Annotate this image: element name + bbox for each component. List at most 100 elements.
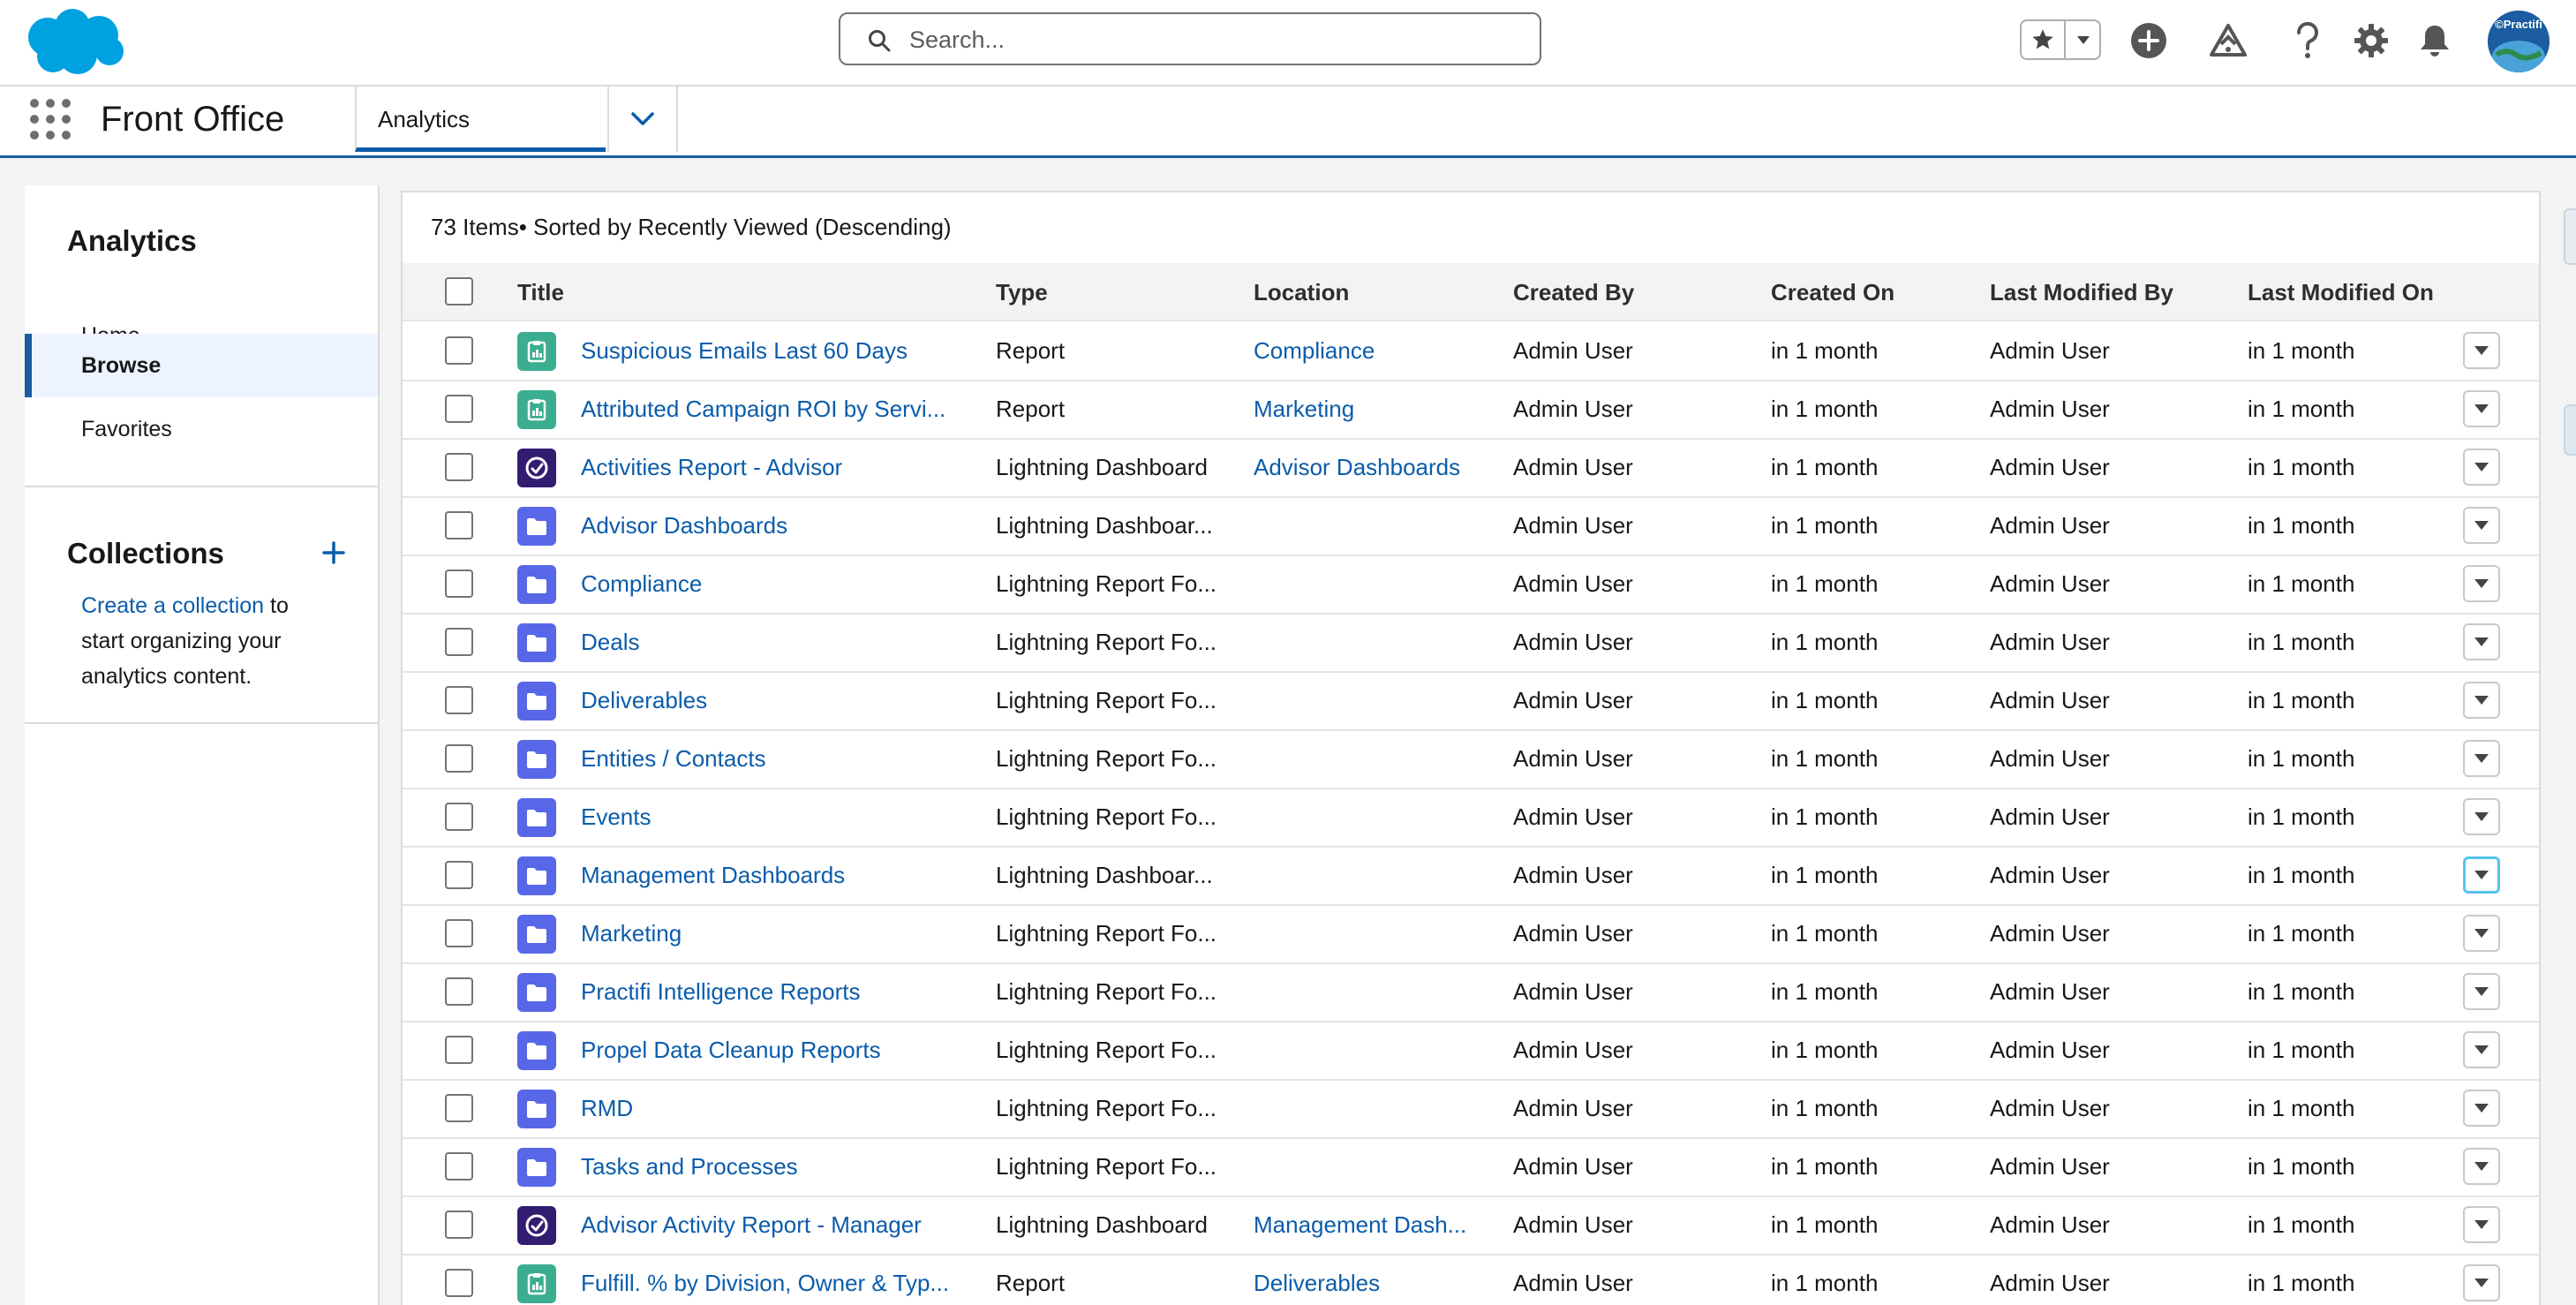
- row-last-modified-by: Admin User: [1990, 862, 2110, 888]
- row-checkbox[interactable]: [445, 1094, 473, 1122]
- row-checkbox[interactable]: [445, 628, 473, 656]
- row-actions-button[interactable]: [2463, 507, 2500, 544]
- row-actions-button[interactable]: [2463, 1264, 2500, 1301]
- row-actions-button[interactable]: [2463, 856, 2500, 894]
- row-checkbox[interactable]: [445, 977, 473, 1006]
- column-header-created-by[interactable]: Created By: [1513, 279, 1634, 306]
- row-title-link[interactable]: Suspicious Emails Last 60 Days: [581, 337, 966, 365]
- row-created-by: Admin User: [1513, 629, 1633, 655]
- row-location-link[interactable]: Compliance: [1254, 337, 1485, 365]
- table-row: Activities Report - Advisor Lightning Das…: [403, 438, 2539, 498]
- column-header-last-modified-by[interactable]: Last Modified By: [1990, 279, 2173, 306]
- column-header-type[interactable]: Type: [996, 279, 1048, 306]
- row-actions-button[interactable]: [2463, 565, 2500, 602]
- row-last-modified-by: Admin User: [1990, 454, 2110, 480]
- favorites-list-button[interactable]: [2064, 21, 2101, 58]
- row-actions-button[interactable]: [2463, 915, 2500, 952]
- side-panel-toggle[interactable]: [2564, 404, 2576, 456]
- row-type: Lightning Dashboard: [996, 1211, 1208, 1238]
- row-title-link[interactable]: Compliance: [581, 570, 966, 598]
- caret-down-icon: [2474, 929, 2489, 938]
- row-checkbox[interactable]: [445, 919, 473, 947]
- row-checkbox[interactable]: [445, 395, 473, 423]
- row-title-link[interactable]: Marketing: [581, 920, 966, 947]
- global-actions-button[interactable]: [2126, 18, 2172, 64]
- row-actions-button[interactable]: [2463, 1031, 2500, 1068]
- row-actions-button[interactable]: [2463, 623, 2500, 660]
- row-checkbox[interactable]: [445, 1269, 473, 1297]
- row-checkbox[interactable]: [445, 803, 473, 831]
- row-checkbox[interactable]: [445, 336, 473, 365]
- sidebar-item-favorites[interactable]: Favorites: [25, 397, 378, 461]
- sidebar-item-browse[interactable]: Browse: [25, 334, 378, 397]
- row-title-link[interactable]: Advisor Dashboards: [581, 512, 966, 539]
- row-checkbox[interactable]: [445, 511, 473, 539]
- row-title-link[interactable]: Management Dashboards: [581, 862, 966, 889]
- row-actions-button[interactable]: [2463, 332, 2500, 369]
- row-actions-button[interactable]: [2463, 1090, 2500, 1127]
- row-title-link[interactable]: Events: [581, 803, 966, 831]
- table-row: Practifi Intelligence Reports Lightning R…: [403, 962, 2539, 1022]
- row-actions-button[interactable]: [2463, 1148, 2500, 1185]
- row-title-link[interactable]: Advisor Activity Report - Manager: [581, 1211, 966, 1239]
- column-header-created-on[interactable]: Created On: [1771, 279, 1894, 306]
- row-title-link[interactable]: Deliverables: [581, 687, 966, 714]
- help-button[interactable]: [2285, 18, 2331, 64]
- row-checkbox[interactable]: [445, 570, 473, 598]
- tab-menu-button[interactable]: [607, 87, 678, 152]
- row-title-link[interactable]: Activities Report - Advisor: [581, 454, 966, 481]
- row-actions-button[interactable]: [2463, 1206, 2500, 1243]
- row-title-link[interactable]: RMD: [581, 1095, 966, 1122]
- app-launcher-icon[interactable]: [30, 99, 71, 140]
- row-actions-button[interactable]: [2463, 449, 2500, 486]
- row-location-link[interactable]: Management Dash...: [1254, 1211, 1485, 1239]
- notifications-button[interactable]: [2412, 18, 2458, 64]
- row-location-link[interactable]: Marketing: [1254, 396, 1485, 423]
- row-checkbox[interactable]: [445, 453, 473, 481]
- row-title-link[interactable]: Practifi Intelligence Reports: [581, 978, 966, 1006]
- row-checkbox[interactable]: [445, 861, 473, 889]
- column-header-last-modified-on[interactable]: Last Modified On: [2248, 279, 2434, 306]
- row-title-link[interactable]: Fulfill. % by Division, Owner & Typ...: [581, 1270, 966, 1297]
- row-title-link[interactable]: Deals: [581, 629, 966, 656]
- column-header-location[interactable]: Location: [1254, 279, 1349, 306]
- row-created-by: Admin User: [1513, 803, 1633, 830]
- row-actions-button[interactable]: [2463, 798, 2500, 835]
- row-last-modified-by: Admin User: [1990, 1153, 2110, 1180]
- row-title-link[interactable]: Tasks and Processes: [581, 1153, 966, 1181]
- row-checkbox[interactable]: [445, 1036, 473, 1064]
- create-collection-link[interactable]: Create a collection: [81, 593, 264, 618]
- favorites-star-button[interactable]: [2022, 21, 2064, 58]
- row-location-link[interactable]: Deliverables: [1254, 1270, 1485, 1297]
- utility-panel-handle[interactable]: [2564, 208, 2576, 265]
- row-checkbox[interactable]: [445, 744, 473, 773]
- row-checkbox[interactable]: [445, 1152, 473, 1181]
- setup-button[interactable]: [2348, 18, 2394, 64]
- tab-analytics[interactable]: Analytics: [355, 87, 606, 152]
- sidebar-item-label: Favorites: [81, 417, 172, 441]
- select-all-checkbox[interactable]: [445, 277, 473, 306]
- folder-icon: [517, 623, 556, 662]
- user-avatar[interactable]: ©Practifi: [2488, 11, 2550, 72]
- global-search[interactable]: [839, 12, 1541, 65]
- row-last-modified-by: Admin User: [1990, 1037, 2110, 1063]
- row-title-link[interactable]: Attributed Campaign ROI by Servi...: [581, 396, 966, 423]
- row-location-link[interactable]: Advisor Dashboards: [1254, 454, 1485, 481]
- row-actions-button[interactable]: [2463, 390, 2500, 427]
- row-title-link[interactable]: Entities / Contacts: [581, 745, 966, 773]
- search-input[interactable]: [908, 19, 1520, 60]
- row-actions-button[interactable]: [2463, 682, 2500, 719]
- row-last-modified-by: Admin User: [1990, 629, 2110, 655]
- trailhead-button[interactable]: [2205, 18, 2251, 64]
- row-actions-button[interactable]: [2463, 973, 2500, 1010]
- row-last-modified-by: Admin User: [1990, 803, 2110, 830]
- row-checkbox[interactable]: [445, 686, 473, 714]
- folder-icon: [517, 507, 556, 546]
- row-actions-button[interactable]: [2463, 740, 2500, 777]
- column-header-title[interactable]: Title: [517, 279, 564, 306]
- salesforce-cloud-logo[interactable]: [21, 5, 127, 79]
- row-type: Report: [996, 396, 1066, 422]
- row-title-link[interactable]: Propel Data Cleanup Reports: [581, 1037, 966, 1064]
- add-collection-button[interactable]: [316, 535, 351, 570]
- row-checkbox[interactable]: [445, 1211, 473, 1239]
